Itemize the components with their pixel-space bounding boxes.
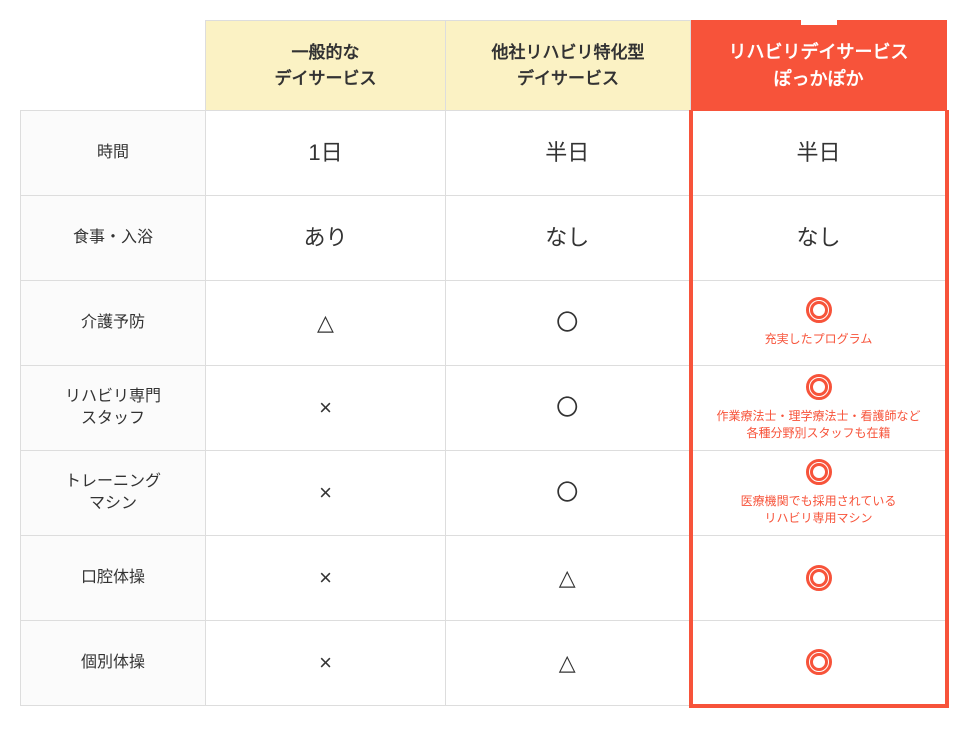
cell-col3-note: 医療機関でも採用されているリハビリ専用マシン: [741, 493, 897, 528]
table-row: リハビリ専門スタッフ×〇作業療法士・理学療法士・看護師など各種分野別スタッフも在…: [21, 366, 947, 451]
cell-col3: 作業療法士・理学療法士・看護師など各種分野別スタッフも在籍: [691, 366, 947, 451]
table-row: 時間1日半日半日: [21, 111, 947, 196]
row-label: リハビリ専門スタッフ: [21, 366, 206, 451]
cell-col3-text: なし: [796, 227, 840, 249]
row-label: トレーニングマシン: [21, 451, 206, 536]
double-circle-icon: [806, 565, 832, 591]
header-row: 一般的な デイサービス 他社リハビリ特化型 デイサービス リハビリデイサービス: [21, 21, 947, 111]
header-col1: 一般的な デイサービス: [206, 21, 446, 111]
cell-col3: [691, 536, 947, 621]
cell-col2: 半日: [446, 111, 691, 196]
table-row: 口腔体操×△: [21, 536, 947, 621]
row-label: 個別体操: [21, 621, 206, 706]
row-label-line2: スタッフ: [81, 410, 145, 427]
table-row: トレーニングマシン×〇医療機関でも採用されているリハビリ専用マシン: [21, 451, 947, 536]
header-col2-line1: 他社リハビリ特化型: [492, 43, 645, 62]
comparison-table: 一般的な デイサービス 他社リハビリ特化型 デイサービス リハビリデイサービス: [20, 20, 949, 708]
cell-col3-note-line1: 作業療法士・理学療法士・看護師など: [716, 409, 920, 423]
row-label-line1: リハビリ専門: [65, 388, 161, 405]
cell-col1: ×: [206, 621, 446, 706]
header-col2-line2: デイサービス: [517, 69, 619, 88]
table-row: 個別体操×△: [21, 621, 947, 706]
cell-col1: ×: [206, 536, 446, 621]
header-blank: [21, 21, 206, 111]
header-col1-line1: 一般的な: [292, 43, 360, 62]
header-col3-line2: ぽっかぽか: [774, 69, 864, 89]
cell-col2: 〇: [446, 281, 691, 366]
cell-col3: 充実したプログラム: [691, 281, 947, 366]
cell-col3-note-line2: リハビリ専用マシン: [764, 511, 872, 525]
header-col2: 他社リハビリ特化型 デイサービス: [446, 21, 691, 111]
cell-col1: あり: [206, 196, 446, 281]
row-label-line2: マシン: [89, 495, 137, 512]
header-col3-line1: リハビリデイサービス: [729, 42, 909, 62]
table-row: 介護予防△〇充実したプログラム: [21, 281, 947, 366]
cell-col1: 1日: [206, 111, 446, 196]
cell-col1: ×: [206, 451, 446, 536]
cell-col3: なし: [691, 196, 947, 281]
double-circle-icon: [806, 374, 832, 400]
cell-col1: ×: [206, 366, 446, 451]
row-label: 介護予防: [21, 281, 206, 366]
row-label-line1: トレーニング: [65, 473, 161, 490]
cell-col3-text: 半日: [796, 142, 840, 164]
cell-col2: △: [446, 536, 691, 621]
cell-col3-note: 充実したプログラム: [765, 331, 873, 348]
cell-col3-note-line1: 医療機関でも採用されている: [741, 494, 897, 508]
row-label: 食事・入浴: [21, 196, 206, 281]
table-row: 食事・入浴ありなしなし: [21, 196, 947, 281]
row-label: 時間: [21, 111, 206, 196]
cell-col3: 半日: [691, 111, 947, 196]
row-label: 口腔体操: [21, 536, 206, 621]
cell-col2: △: [446, 621, 691, 706]
cell-col3: 医療機関でも採用されているリハビリ専用マシン: [691, 451, 947, 536]
double-circle-icon: [806, 297, 832, 323]
cell-col1: △: [206, 281, 446, 366]
double-circle-icon: [806, 649, 832, 675]
cell-col3-note: 作業療法士・理学療法士・看護師など各種分野別スタッフも在籍: [716, 408, 920, 443]
cell-col2: なし: [446, 196, 691, 281]
cell-col2: 〇: [446, 451, 691, 536]
cell-col3-note-line2: 各種分野別スタッフも在籍: [746, 426, 890, 440]
crown-icon: [799, 1, 839, 29]
cell-col3: [691, 621, 947, 706]
header-col1-line2: デイサービス: [275, 69, 377, 88]
cell-col2: 〇: [446, 366, 691, 451]
double-circle-icon: [806, 459, 832, 485]
header-col3: リハビリデイサービス ぽっかぽか: [691, 21, 947, 111]
